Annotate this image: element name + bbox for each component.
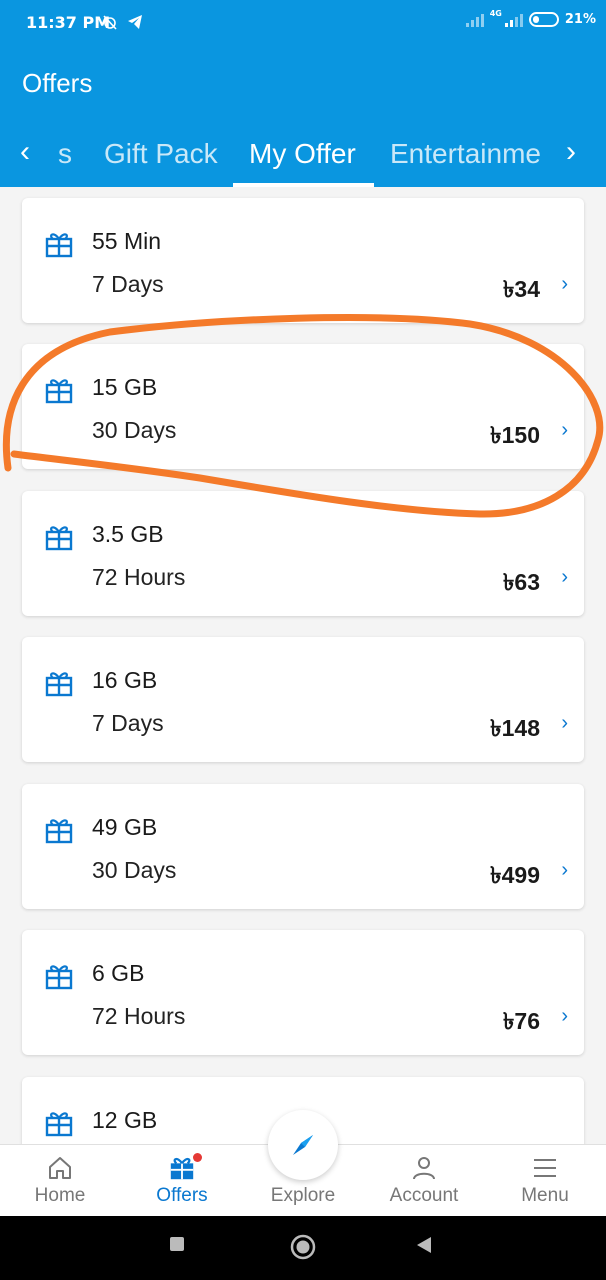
offer-title: 12 GB xyxy=(92,1107,158,1133)
notification-dot xyxy=(193,1153,202,1162)
offer-validity: 72 Hours xyxy=(92,564,186,590)
tab-scroll-right-icon[interactable]: › xyxy=(566,135,576,169)
gift-icon xyxy=(45,965,73,990)
nav-home-label: Home xyxy=(34,1185,86,1206)
signal-icon xyxy=(465,13,484,27)
gift-icon xyxy=(45,233,73,258)
offer-card[interactable]: 15 GB 30 Days ৳150 › xyxy=(22,344,584,469)
offer-validity: 30 Days xyxy=(92,417,177,443)
network-type: 4G xyxy=(489,9,502,18)
chevron-right-icon: › xyxy=(561,273,568,295)
nav-account-label: Account xyxy=(389,1185,459,1206)
battery-level: 21% xyxy=(564,12,596,27)
nav-explore-label: Explore xyxy=(270,1185,336,1206)
chevron-right-icon: › xyxy=(561,419,568,441)
offer-title: 6 GB xyxy=(92,960,145,986)
offer-list: 55 Min 7 Days ৳34 › 15 GB 30 Days ৳150 ›… xyxy=(0,187,606,1144)
offer-title: 55 Min xyxy=(92,228,162,254)
gift-icon xyxy=(45,379,73,404)
offer-price: ৳150 xyxy=(490,422,540,448)
gift-icon xyxy=(45,819,73,844)
gift-icon xyxy=(170,1157,194,1180)
telegram-icon xyxy=(128,14,143,29)
chevron-right-icon: › xyxy=(561,712,568,734)
offer-price: ৳499 xyxy=(490,862,540,888)
nav-home[interactable]: Home xyxy=(5,1145,115,1217)
nav-offers[interactable]: Offers xyxy=(127,1145,237,1217)
alarm-off-icon xyxy=(103,14,117,30)
battery-icon xyxy=(528,12,559,27)
offer-validity: 7 Days xyxy=(92,710,164,736)
chevron-right-icon: › xyxy=(561,566,568,588)
nav-menu[interactable]: Menu xyxy=(490,1145,600,1217)
offer-price: ৳63 xyxy=(502,569,540,595)
offer-validity: 72 Hours xyxy=(92,1003,186,1029)
offer-title: 3.5 GB xyxy=(92,521,164,547)
offer-title: 16 GB xyxy=(92,667,158,693)
offer-price: ৳34 xyxy=(502,276,540,302)
compass-icon xyxy=(293,1135,313,1155)
chevron-right-icon: › xyxy=(561,1005,568,1027)
hamburger-menu-icon xyxy=(534,1159,556,1177)
tab-previous[interactable]: s xyxy=(58,138,72,170)
tab-my-offer[interactable]: My Offer xyxy=(249,138,356,170)
offer-card[interactable]: 55 Min 7 Days ৳34 › xyxy=(22,198,584,323)
gift-icon xyxy=(45,672,73,697)
status-time: 11:37 PM xyxy=(26,13,111,32)
gift-icon xyxy=(45,1112,73,1137)
tab-scroll-left-icon[interactable]: ‹ xyxy=(20,135,30,169)
offer-validity: 7 Days xyxy=(92,271,164,297)
offer-title: 49 GB xyxy=(92,814,158,840)
chevron-right-icon: › xyxy=(561,859,568,881)
app-header: 11:37 PM 4G 21% Offers ‹ s Gift Pack My … xyxy=(0,0,606,187)
offer-card[interactable]: 3.5 GB 72 Hours ৳63 › xyxy=(22,491,584,616)
status-bar: 11:37 PM 4G 21% xyxy=(0,0,606,44)
offer-card[interactable]: 6 GB 72 Hours ৳76 › xyxy=(22,930,584,1055)
explore-button[interactable] xyxy=(268,1110,338,1180)
back-icon[interactable] xyxy=(416,1236,432,1254)
gift-icon xyxy=(45,526,73,551)
home-circle-icon[interactable] xyxy=(290,1234,316,1260)
signal-icon-2 xyxy=(504,13,523,27)
user-icon xyxy=(413,1157,435,1180)
recent-apps-icon[interactable] xyxy=(169,1236,185,1252)
offer-card[interactable]: 49 GB 30 Days ৳499 › xyxy=(22,784,584,909)
tab-gift-pack[interactable]: Gift Pack xyxy=(104,138,218,170)
home-icon xyxy=(49,1157,71,1179)
offer-price: ৳148 xyxy=(490,715,540,741)
nav-menu-label: Menu xyxy=(521,1185,569,1206)
page-title: Offers xyxy=(22,68,93,98)
status-right: 4G 21% xyxy=(465,9,596,27)
tab-entertainment[interactable]: Entertainme xyxy=(390,138,550,170)
nav-offers-label: Offers xyxy=(156,1185,208,1206)
offer-card[interactable]: 16 GB 7 Days ৳148 › xyxy=(22,637,584,762)
offer-price: ৳76 xyxy=(502,1008,540,1034)
system-navigation-bar xyxy=(0,1216,606,1280)
offer-validity: 30 Days xyxy=(92,857,177,883)
offer-tabs: ‹ s Gift Pack My Offer Entertainme › xyxy=(0,130,606,187)
nav-account[interactable]: Account xyxy=(369,1145,479,1217)
offer-title: 15 GB xyxy=(92,374,158,400)
status-notification-icons xyxy=(102,11,143,30)
